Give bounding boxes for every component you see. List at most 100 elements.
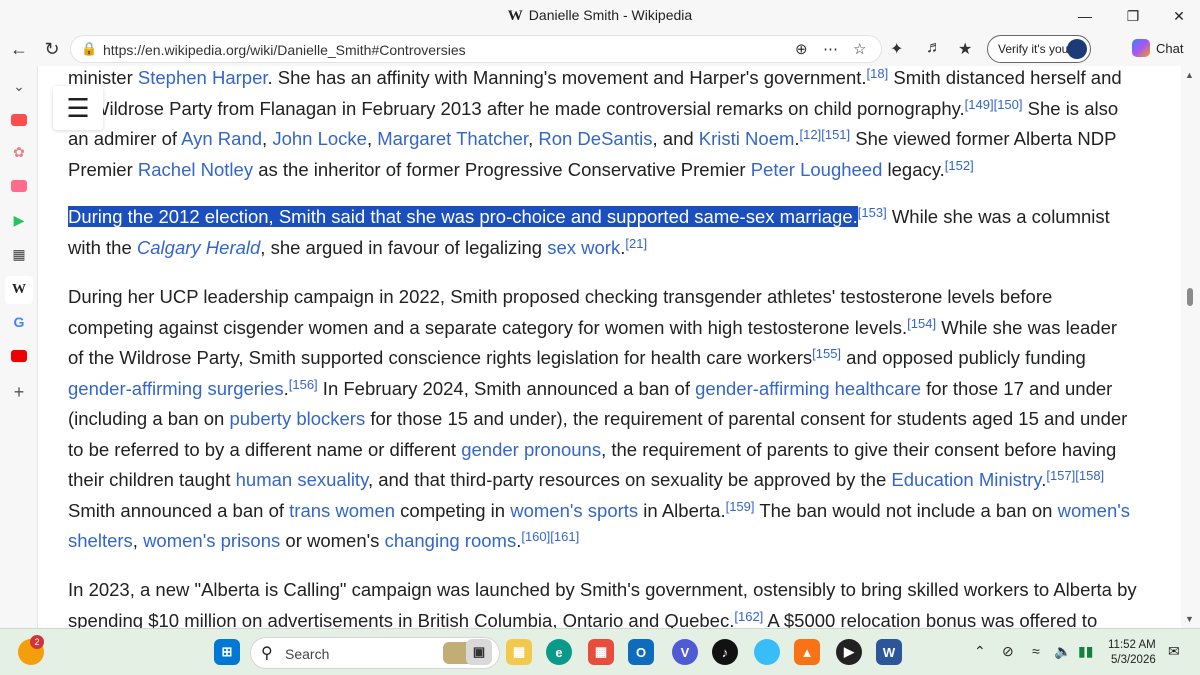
battery-icon[interactable]: ▮▮ <box>1078 643 1093 660</box>
link[interactable]: John Locke <box>272 128 367 149</box>
chevron-up-icon[interactable]: ⌃ <box>974 643 986 660</box>
link[interactable]: Margaret Thatcher <box>377 128 528 149</box>
scroll-down-icon[interactable]: ▼ <box>1185 614 1194 624</box>
reference[interactable]: [152] <box>945 158 974 173</box>
list-icon: ☰ <box>66 92 90 123</box>
calendar-icon[interactable]: ▦ <box>7 244 31 264</box>
reference[interactable]: [149] <box>965 97 994 112</box>
location-off-icon[interactable]: ⊘ <box>1002 643 1014 660</box>
app-icon[interactable]: ✿ <box>7 142 31 162</box>
link[interactable]: women's prisons <box>143 530 280 551</box>
copilot-chat-button[interactable]: Chat <box>1132 39 1183 57</box>
reference[interactable]: [155] <box>812 346 841 361</box>
reference[interactable]: [18] <box>867 66 889 81</box>
link[interactable]: gender-affirming surgeries <box>68 378 284 399</box>
vlc-icon[interactable]: ▲ <box>794 639 820 665</box>
link[interactable]: gender pronouns <box>461 439 601 460</box>
link[interactable]: changing rooms <box>385 530 517 551</box>
v-app-icon[interactable]: V <box>672 639 698 665</box>
link[interactable]: sex work <box>547 237 620 258</box>
reference[interactable]: [159] <box>726 499 755 514</box>
tiktok-icon[interactable]: ♪ <box>712 639 738 665</box>
link[interactable]: Stephen Harper <box>138 67 268 88</box>
reference[interactable]: [157] <box>1046 468 1075 483</box>
lock-icon: 🔒 <box>81 41 98 56</box>
taskbar-search[interactable]: ⚲ Search <box>250 637 500 669</box>
google-icon[interactable]: G <box>7 312 31 332</box>
more-options-icon[interactable]: ⋯ <box>823 40 838 58</box>
link[interactable]: human sexuality <box>236 469 368 490</box>
refresh-icon[interactable]: ↻ <box>38 35 66 63</box>
volume-icon[interactable]: 🔈 <box>1054 643 1071 660</box>
edge-browser-icon[interactable]: e <box>546 639 572 665</box>
add-icon[interactable]: + <box>7 382 31 402</box>
search-icon: ⚲ <box>261 645 273 662</box>
outlook-icon[interactable]: O <box>628 639 654 665</box>
link[interactable]: Peter Lougheed <box>751 159 883 180</box>
link[interactable]: shelters <box>68 530 133 551</box>
link[interactable]: Ron DeSantis <box>538 128 652 149</box>
media-icon[interactable]: ♬ <box>926 39 942 57</box>
reference[interactable]: [162] <box>734 609 763 624</box>
reference[interactable]: [161] <box>550 529 579 544</box>
word-icon[interactable]: W <box>876 639 902 665</box>
reference[interactable]: [156] <box>289 377 318 392</box>
task-view-icon[interactable]: ▣ <box>466 639 492 665</box>
paragraph-transgender-policy: During her UCP leadership campaign in 20… <box>68 286 1131 551</box>
avatar <box>1067 39 1087 59</box>
reference[interactable]: [21] <box>625 236 647 251</box>
wikipedia-logo-icon: W <box>507 8 523 24</box>
paragraph-social-views: During the 2012 election, Smith said tha… <box>68 205 1110 258</box>
scroll-up-icon[interactable]: ▲ <box>1185 70 1194 80</box>
reference[interactable]: [154] <box>907 316 936 331</box>
address-bar[interactable]: 🔒 https://en.wikipedia.org/wiki/Danielle… <box>70 35 882 63</box>
link[interactable]: trans women <box>289 500 395 521</box>
app-icon[interactable] <box>754 639 780 665</box>
reference[interactable]: [153] <box>858 205 887 220</box>
wikipedia-tab-icon[interactable]: W <box>5 276 33 304</box>
vertical-scrollbar[interactable]: ▲ ▼ <box>1181 66 1200 628</box>
media-player-icon[interactable]: ▶ <box>836 639 862 665</box>
store-icon[interactable]: ▦ <box>588 639 614 665</box>
scrollbar-thumb[interactable] <box>1187 288 1193 306</box>
close-button[interactable]: ✕ <box>1156 0 1200 32</box>
copilot-icon <box>1132 39 1150 57</box>
link[interactable]: Ayn Rand <box>181 128 262 149</box>
link[interactable]: women's sports <box>510 500 638 521</box>
link[interactable]: Kristi Noem <box>699 128 795 149</box>
youtube-icon[interactable] <box>7 110 31 130</box>
link[interactable]: Rachel Notley <box>138 159 253 180</box>
link[interactable]: puberty blockers <box>229 408 365 429</box>
windows-taskbar: 2 ⊞ ⚲ Search ▣ ▦ e ▦ O V ♪ ▲ ▶ W ⌃ ⊘ ≈ 🔈… <box>0 628 1200 675</box>
notification-bell-icon[interactable]: ✉ <box>1168 643 1180 660</box>
favorites-icon[interactable]: ★ <box>958 39 972 59</box>
link[interactable]: Calgary Herald <box>137 237 260 258</box>
minimize-button[interactable]: — <box>1062 0 1108 32</box>
chevron-down-icon[interactable]: ⌄ <box>7 76 31 96</box>
reference[interactable]: [12] <box>800 127 822 142</box>
extensions-icon[interactable]: ✦ <box>890 39 903 59</box>
reference[interactable]: [150] <box>994 97 1023 112</box>
reference[interactable]: [160] <box>521 529 550 544</box>
maximize-button[interactable]: ❐ <box>1110 0 1156 32</box>
selected-text: During the 2012 election, Smith said tha… <box>68 206 858 227</box>
youtube-icon[interactable] <box>7 346 31 366</box>
zoom-icon[interactable]: ⊕ <box>795 40 808 58</box>
youtube-icon[interactable] <box>7 176 31 196</box>
verify-profile-button[interactable]: Verify it's you <box>987 35 1091 63</box>
reference[interactable]: [158] <box>1075 468 1104 483</box>
table-of-contents-button[interactable]: ☰ <box>53 86 103 130</box>
system-clock[interactable]: 11:52 AM 5/3/2026 <box>1108 638 1156 668</box>
url-text: https://en.wikipedia.org/wiki/Danielle_S… <box>103 42 466 58</box>
windows-start-icon[interactable]: ⊞ <box>214 639 240 665</box>
link[interactable]: gender-affirming healthcare <box>695 378 921 399</box>
title-bar: W Danielle Smith - Wikipedia — ❐ ✕ <box>0 0 1200 32</box>
link[interactable]: women's <box>1058 500 1130 521</box>
link[interactable]: Education Ministry <box>891 469 1041 490</box>
file-explorer-icon[interactable]: ▦ <box>506 639 532 665</box>
reference[interactable]: [151] <box>821 127 850 142</box>
wifi-icon[interactable]: ≈ <box>1032 643 1040 659</box>
back-arrow-icon[interactable]: ← <box>5 35 33 63</box>
play-icon[interactable]: ▶ <box>7 210 31 230</box>
favorite-star-icon[interactable]: ☆ <box>853 40 866 58</box>
